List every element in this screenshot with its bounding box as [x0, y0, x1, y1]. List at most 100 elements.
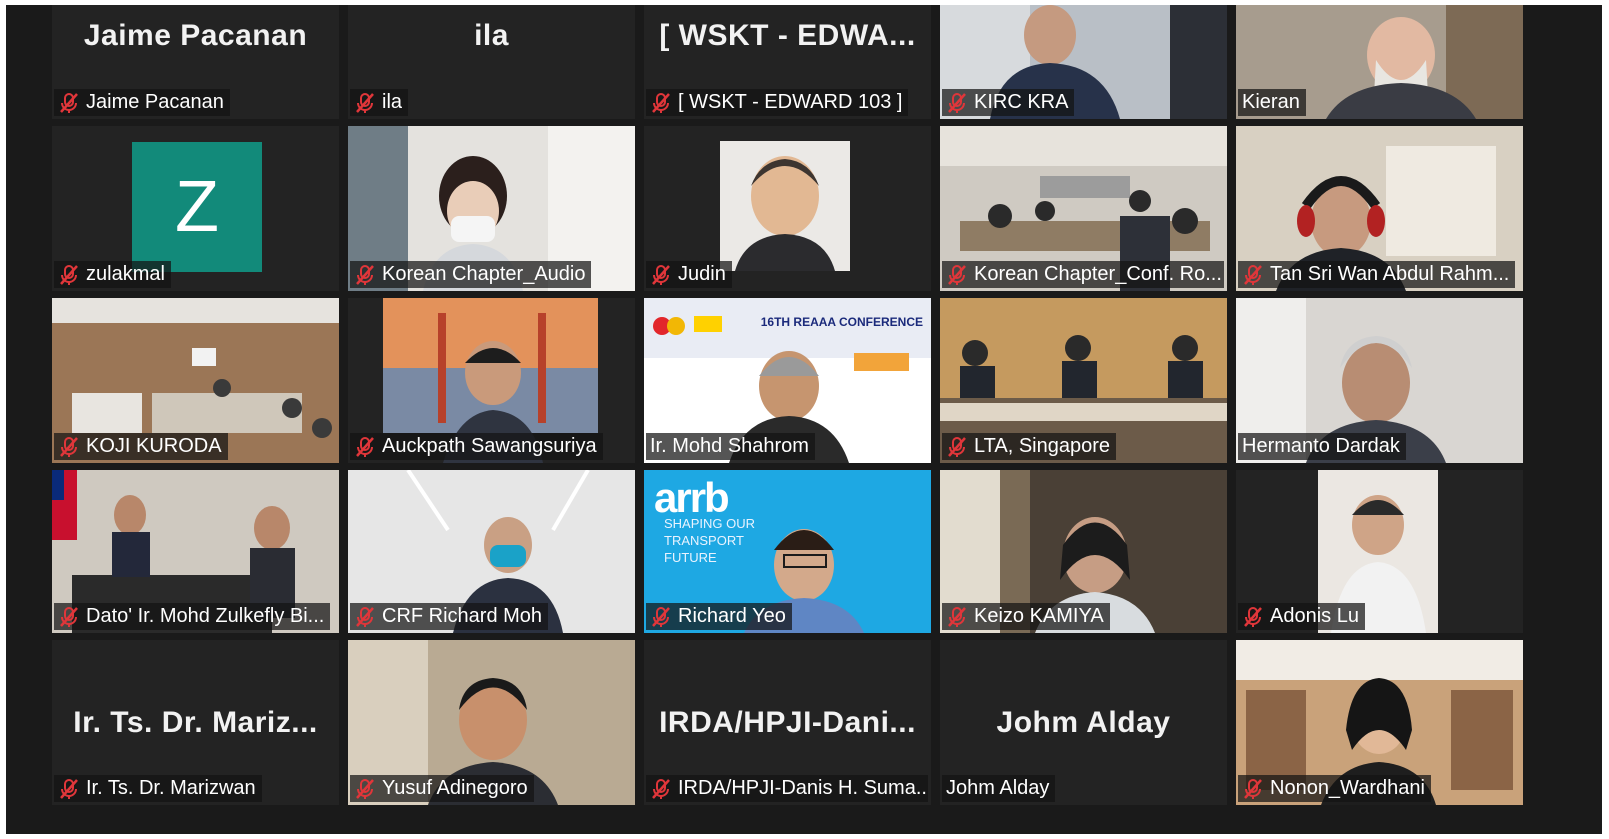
microphone-muted-icon [948, 264, 966, 285]
participant-name: Adonis Lu [1270, 605, 1359, 627]
participant-name-tag: Yusuf Adinegoro [350, 775, 534, 802]
participant-tile[interactable]: [ WSKT - EDWA... [ WSKT - EDWARD 103 ] [644, 5, 931, 119]
participant-name: Nonon_Wardhani [1270, 777, 1425, 799]
participant-name: Keizo KAMIYA [974, 605, 1104, 627]
microphone-muted-icon [60, 778, 78, 799]
participant-name-tag: ila [350, 89, 409, 116]
participant-tile[interactable]: ila ila [348, 5, 635, 119]
participant-tile-active-speaker[interactable]: 16TH REAAA CONFERENCE Ir. Mohd Shahrom [644, 298, 931, 463]
participant-name: Auckpath Sawangsuriya [382, 435, 597, 457]
profile-photo [720, 141, 850, 271]
participant-name: Tan Sri Wan Abdul Rahm... [1270, 263, 1510, 285]
participant-tile[interactable]: KIRC KRA [940, 5, 1227, 119]
virtual-background-title: 16TH REAAA CONFERENCE [760, 315, 923, 329]
participant-name-tag: Korean Chapter_Audio [350, 261, 592, 288]
participant-name: Dato' Ir. Mohd Zulkefly Bi... [86, 605, 325, 627]
participant-name-tag: Jaime Pacanan [54, 89, 230, 116]
participant-name: KIRC KRA [974, 91, 1069, 113]
participant-name: Korean Chapter_Conf. Ro... [974, 263, 1222, 285]
participant-name: IRDA/HPJI-Danis H. Suma... [678, 777, 928, 799]
microphone-muted-icon [356, 92, 374, 113]
participant-name: Ir. Mohd Shahrom [650, 435, 809, 457]
participant-name-tag: [ WSKT - EDWARD 103 ] [646, 89, 909, 116]
participant-tile[interactable]: Judin [644, 126, 931, 291]
participant-tile[interactable]: Nonon_Wardhani [1236, 640, 1523, 805]
participant-name-tag: zulakmal [54, 261, 171, 288]
participant-name-tag: Dato' Ir. Mohd Zulkefly Bi... [54, 603, 331, 630]
participant-name-tag: IRDA/HPJI-Danis H. Suma... [646, 775, 928, 802]
participant-name-tag: Ir. Mohd Shahrom [646, 433, 815, 460]
participant-tile[interactable]: KOJI KURODA [52, 298, 339, 463]
participant-name: ila [382, 91, 403, 113]
microphone-muted-icon [1244, 264, 1262, 285]
participant-display-name: Jaime Pacanan [83, 19, 308, 52]
microphone-muted-icon [60, 264, 78, 285]
microphone-muted-icon [652, 264, 670, 285]
microphone-muted-icon [356, 264, 374, 285]
microphone-muted-icon [1244, 606, 1262, 627]
participant-name-tag: LTA, Singapore [942, 433, 1117, 460]
participant-tile[interactable]: Dato' Ir. Mohd Zulkefly Bi... [52, 470, 339, 633]
participant-tile[interactable]: IRDA/HPJI-Dani... IRDA/HPJI-Danis H. Sum… [644, 640, 931, 805]
participant-display-name: IRDA/HPJI-Dani... [659, 706, 916, 739]
participant-name-tag: Kieran [1238, 89, 1306, 116]
participant-display-name: Johm Alday [996, 706, 1171, 739]
microphone-muted-icon [652, 92, 670, 113]
microphone-muted-icon [356, 436, 374, 457]
participant-tile[interactable]: Korean Chapter_Audio [348, 126, 635, 291]
microphone-muted-icon [60, 606, 78, 627]
participant-tile[interactable]: Johm Alday Johm Alday [940, 640, 1227, 805]
microphone-muted-icon [356, 606, 374, 627]
microphone-muted-icon [948, 606, 966, 627]
participant-tile[interactable]: Keizo KAMIYA [940, 470, 1227, 633]
participant-name: Johm Alday [946, 777, 1050, 799]
microphone-muted-icon [948, 92, 966, 113]
microphone-muted-icon [652, 606, 670, 627]
participant-name: Ir. Ts. Dr. Marizwan [86, 777, 256, 799]
participant-name-tag: Keizo KAMIYA [942, 603, 1110, 630]
participant-grid: Jaime Pacanan Jaime Pacanan ila ila [ WS… [52, 5, 1523, 805]
microphone-muted-icon [60, 92, 78, 113]
participant-tile[interactable]: Adonis Lu [1236, 470, 1523, 633]
participant-name: Yusuf Adinegoro [382, 777, 528, 799]
virtual-background-slogan: SHAPING OUR TRANSPORT FUTURE [664, 516, 756, 565]
participant-name-tag: Auckpath Sawangsuriya [350, 433, 603, 460]
avatar: Z [132, 142, 262, 272]
microphone-muted-icon [652, 778, 670, 799]
participant-tile[interactable]: Korean Chapter_Conf. Ro... [940, 126, 1227, 291]
participant-name: KOJI KURODA [86, 435, 222, 457]
participant-tile[interactable]: Yusuf Adinegoro [348, 640, 635, 805]
participant-name-tag: CRF Richard Moh [350, 603, 549, 630]
participant-name: Richard Yeo [678, 605, 786, 627]
participant-name: LTA, Singapore [974, 435, 1111, 457]
participant-tile[interactable]: Tan Sri Wan Abdul Rahm... [1236, 126, 1523, 291]
participant-tile[interactable]: Hermanto Dardak [1236, 298, 1523, 463]
participant-tile[interactable]: Z zulakmal [52, 126, 339, 291]
participant-tile[interactable]: Auckpath Sawangsuriya [348, 298, 635, 463]
video-gallery: Jaime Pacanan Jaime Pacanan ila ila [ WS… [6, 5, 1602, 834]
participant-tile[interactable]: Ir. Ts. Dr. Mariz... Ir. Ts. Dr. Marizwa… [52, 640, 339, 805]
participant-tile[interactable]: Jaime Pacanan Jaime Pacanan [52, 5, 339, 119]
participant-name: [ WSKT - EDWARD 103 ] [678, 91, 903, 113]
participant-tile[interactable]: arrb SHAPING OUR TRANSPORT FUTURE Richar… [644, 470, 931, 633]
participant-name-tag: Ir. Ts. Dr. Marizwan [54, 775, 262, 802]
microphone-muted-icon [356, 778, 374, 799]
participant-name: Judin [678, 263, 726, 285]
participant-name-tag: Hermanto Dardak [1238, 433, 1406, 460]
participant-display-name: [ WSKT - EDWA... [659, 19, 916, 52]
microphone-muted-icon [1244, 778, 1262, 799]
participant-name-tag: KIRC KRA [942, 89, 1075, 116]
participant-name-tag: Judin [646, 261, 732, 288]
participant-tile[interactable]: LTA, Singapore [940, 298, 1227, 463]
participant-name: zulakmal [86, 263, 165, 285]
microphone-muted-icon [60, 436, 78, 457]
participant-name: Korean Chapter_Audio [382, 263, 586, 285]
participant-display-name: ila [474, 19, 509, 52]
participant-name-tag: Nonon_Wardhani [1238, 775, 1431, 802]
participant-name: Jaime Pacanan [86, 91, 224, 113]
participant-name-tag: Johm Alday [942, 775, 1056, 802]
participant-name-tag: Adonis Lu [1238, 603, 1365, 630]
participant-tile[interactable]: Kieran [1236, 5, 1523, 119]
participant-name-tag: KOJI KURODA [54, 433, 228, 460]
participant-tile[interactable]: CRF Richard Moh [348, 470, 635, 633]
